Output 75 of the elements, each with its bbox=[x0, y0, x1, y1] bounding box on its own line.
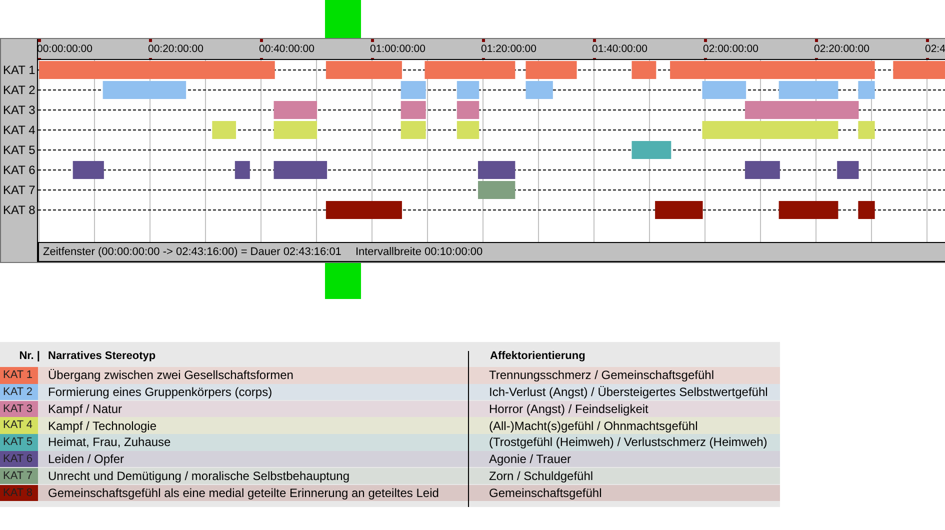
time-segment bbox=[478, 161, 516, 179]
stereotype-text: Unrecht und Demütigung / moralische Selbstbehauptung bbox=[47, 468, 351, 486]
row-label: KAT 6 bbox=[2, 162, 36, 179]
category-swatch: KAT 6 bbox=[0, 450, 38, 468]
time-segment bbox=[655, 201, 703, 219]
time-segment bbox=[778, 201, 838, 219]
time-segment bbox=[456, 81, 480, 99]
time-segment bbox=[858, 201, 875, 219]
column-header: Narratives Stereotyp bbox=[48, 348, 157, 364]
category-swatch: KAT 7 bbox=[0, 468, 38, 484]
tick-label: 01:20:00:00 bbox=[481, 43, 536, 55]
stereotype-text: Leiden / Opfer bbox=[47, 451, 126, 468]
time-segment bbox=[526, 61, 577, 79]
category-swatch: KAT 4 bbox=[0, 417, 38, 434]
time-segment bbox=[400, 81, 426, 99]
tick-label: 01:40:00:00 bbox=[592, 43, 648, 55]
row-label: KAT 7 bbox=[2, 182, 36, 199]
column-header: Nr. | bbox=[18, 348, 41, 364]
affect-text: Ich-Verlust (Angst) / Übersteigertes Selbstwertgefühl bbox=[488, 384, 768, 402]
time-segment bbox=[893, 61, 945, 79]
time-segment bbox=[702, 81, 746, 99]
category-swatch: KAT 5 bbox=[0, 434, 38, 451]
column-header: Affektorientierung bbox=[489, 348, 586, 364]
time-segment bbox=[274, 121, 318, 139]
tick-label: 00:40:00:00 bbox=[259, 43, 314, 55]
affect-text: Gemeinschaftsgefühl bbox=[488, 484, 602, 502]
row-label: KAT 4 bbox=[2, 122, 36, 139]
tick-label: 02:4 bbox=[925, 43, 945, 55]
affect-text: Trennungsschmerz / Gemeinschaftsgefühl bbox=[488, 367, 714, 384]
category-swatch: KAT 2 bbox=[0, 384, 38, 400]
tick-label: 02:20:00:00 bbox=[814, 43, 870, 55]
category-swatch: KAT 3 bbox=[0, 400, 38, 418]
tick-label: 02:00:00:00 bbox=[703, 43, 758, 55]
time-segment bbox=[526, 81, 553, 99]
time-segment bbox=[234, 161, 250, 179]
position-marker bbox=[325, 263, 361, 299]
time-segment bbox=[456, 101, 480, 119]
stereotype-text: Heimat, Frau, Zuhause bbox=[47, 434, 172, 452]
stereotype-text: Kampf / Technologie bbox=[47, 418, 158, 435]
time-segment bbox=[632, 61, 656, 79]
tick-label: 01:00:00:00 bbox=[370, 43, 426, 55]
time-segment bbox=[400, 101, 426, 119]
stereotype-text: Kampf / Natur bbox=[47, 400, 124, 418]
affect-text: (All-)Macht(s)gefühl / Ohnmachtsgefühl bbox=[488, 418, 698, 435]
time-segment bbox=[744, 161, 780, 179]
row-label: KAT 3 bbox=[2, 102, 36, 119]
stereotype-text: Gemeinschaftsgefühl als eine medial geteilte Erinnerung an geteiltes Leid bbox=[47, 484, 440, 502]
time-segment bbox=[858, 81, 875, 99]
interval-text: Intervallbreite 00:10:00:00 bbox=[355, 244, 483, 260]
row-label: KAT 2 bbox=[2, 82, 36, 99]
row-label: KAT 5 bbox=[2, 142, 36, 159]
time-segment bbox=[456, 121, 480, 139]
time-segment bbox=[212, 121, 236, 139]
category-swatch: KAT 1 bbox=[0, 367, 38, 384]
time-segment bbox=[632, 141, 672, 159]
stereotype-text: Formierung eines Gruppenkörpers (corps) bbox=[47, 384, 274, 402]
time-segment bbox=[400, 121, 426, 139]
time-segment bbox=[274, 101, 318, 119]
time-segment bbox=[778, 81, 838, 99]
affect-text: (Trostgefühl (Heimweh) / Verlustschmerz (Heimweh) bbox=[488, 434, 768, 452]
position-marker bbox=[325, 0, 361, 38]
affect-text: Horror (Angst) / Feindseligkeit bbox=[488, 400, 648, 418]
category-swatch: KAT 8 bbox=[0, 484, 38, 502]
time-segment bbox=[837, 161, 859, 179]
time-segment bbox=[72, 161, 104, 179]
stereotype-text: Übergang zwischen zwei Gesellschaftsformen bbox=[47, 367, 294, 384]
row-label: KAT 8 bbox=[2, 202, 36, 219]
time-window-text: Zeitfenster (00:00:00:00 -> 02:43:16:00) = Dauer 02:43:16:01 bbox=[43, 244, 342, 260]
time-segment bbox=[478, 181, 516, 199]
affect-text: Zorn / Schuldgefühl bbox=[488, 468, 594, 486]
tick-label: 00:20:00:00 bbox=[148, 43, 204, 55]
time-segment bbox=[858, 121, 875, 139]
row-label: KAT 1 bbox=[2, 62, 36, 79]
time-segment bbox=[274, 161, 328, 179]
affect-text: Agonie / Trauer bbox=[488, 451, 572, 468]
